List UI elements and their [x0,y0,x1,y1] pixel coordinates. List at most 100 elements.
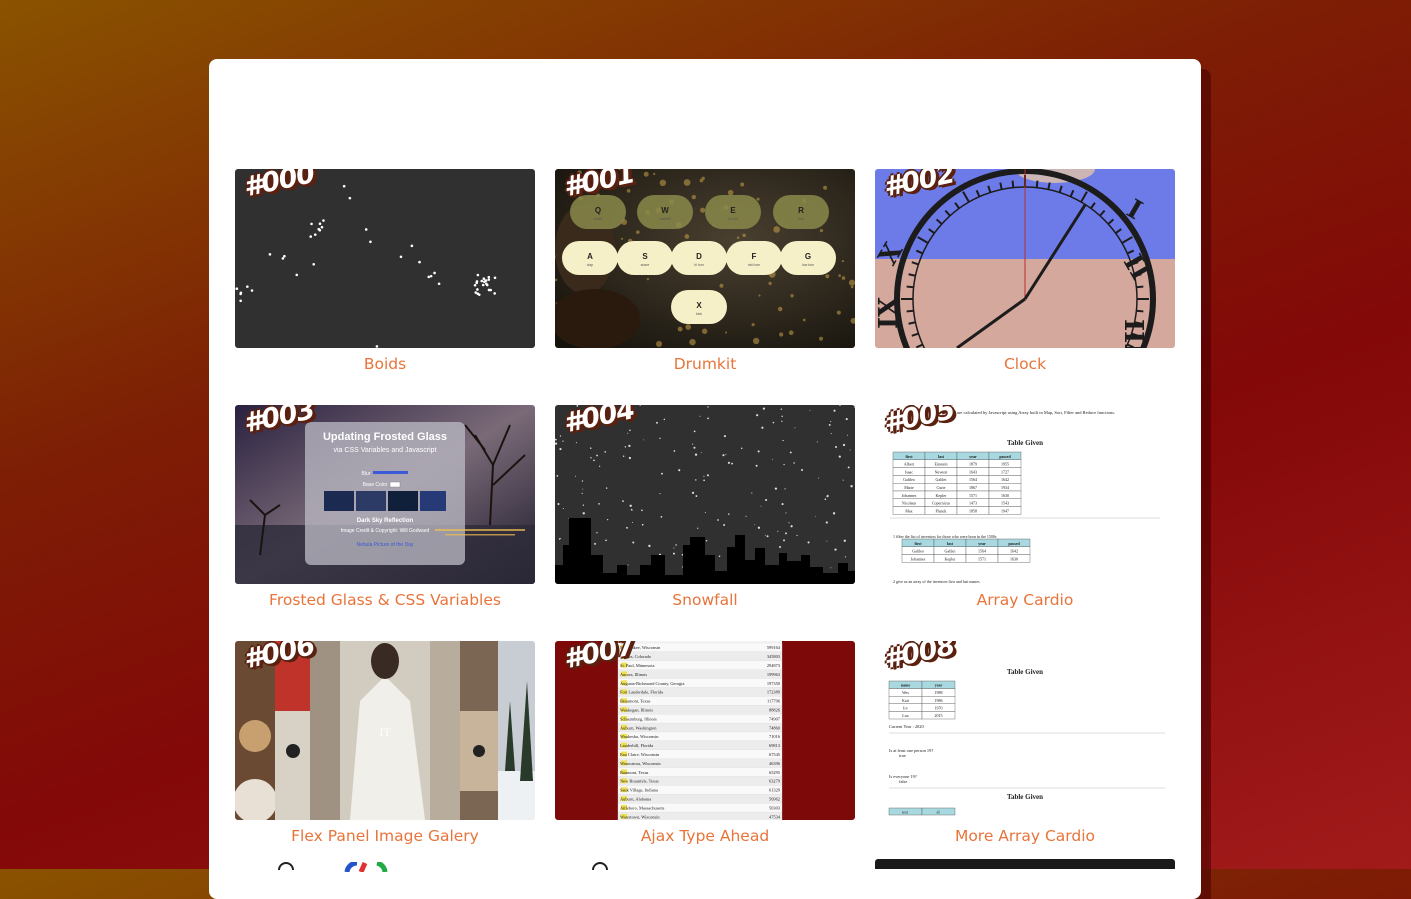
array-cardio-cell: Nicolaus [902,501,917,506]
project-title[interactable]: Drumkit [674,355,737,375]
city-suggestion[interactable]: Watertown, Wisconsin 47534 [617,811,783,820]
frosted-subheading: via CSS Variables and Javascript [334,447,437,454]
more-array-cardio-header2-0: text [902,810,909,815]
partial-tile-next-row [265,859,425,874]
project-title[interactable]: Array Cardio [977,591,1074,611]
svg-text:Q: Q [595,206,601,215]
drum-key-g[interactable]: Glow tom [780,241,836,275]
array-cardio-filtered-cell: Galileo [912,549,924,554]
city-suggestion[interactable]: Eau Claire, Wisconsin 67545 [617,749,783,759]
project-title[interactable]: Boids [364,355,406,375]
svg-text:W: W [661,206,669,215]
svg-text:clap: clap [587,263,593,267]
svg-text:IX: IX [875,296,904,329]
svg-text:199963: 199963 [767,672,781,677]
city-suggestion[interactable]: Wauwatosa, Wisconsin 46396 [617,758,783,768]
frosted-color-label: Base Color [363,482,388,488]
project-tile-frosted-glass[interactable]: Updating Frosted Glass via CSS Variables… [235,405,535,611]
city-suggestion[interactable]: Lauderhill, Florida 69813 [617,740,783,750]
drum-key-e[interactable]: Ehi tom [705,195,761,229]
city-suggestion[interactable]: St. Paul, Minnesota 294873 [617,660,783,670]
array-cardio-filtered-header: last [947,541,954,546]
project-tile-boids[interactable]: #000 Boids [235,169,535,375]
project-tile-clock[interactable]: I II III IIII X IX #002 Clock [875,169,1175,375]
svg-text:117796: 117796 [767,699,781,704]
array-cardio-cell: 1543 [1001,501,1009,506]
drum-key-a[interactable]: Aclap [562,241,618,275]
city-suggestion[interactable]: Milwaukee, Wisconsin 599164 [617,642,783,653]
more-array-cardio-cell: 1986 [935,698,943,703]
svg-text:50303: 50303 [769,805,781,810]
drum-key-w[interactable]: Wcowbell [637,195,693,229]
project-tile-array-cardio[interactable]: Answers are calculated by Javascript usi… [875,405,1175,611]
svg-text:G: G [805,252,811,261]
city-suggestion[interactable]: Waukegan, Illinois 88826 [617,705,783,715]
project-tile-more-array-cardio[interactable]: Table Given name year Wes 1988 Kait 1986 Irv 19… [875,641,1175,847]
array-cardio-cell: 1947 [1001,508,1009,513]
array-cardio-cell: 1564 [969,477,977,482]
project-title[interactable]: More Array Cardio [955,827,1095,847]
more-array-cardio-thumbnail: Table Given name year Wes 1988 Kait 1986 Irv 19… [875,641,1175,820]
array-cardio-cell: 1727 [1001,469,1009,474]
city-suggestion[interactable]: Auburn, Alabama 56962 [617,794,783,804]
flex-panel-word: IT [379,725,391,739]
more-array-cardio-header2-1: id [936,810,939,815]
project-tile-drumkit[interactable]: Qcrash Wcowbell Ehi tom Rtink Aclap Ssnare Dhi… [555,169,855,375]
frosted-link[interactable]: Nebula Picture of the Day [357,542,414,548]
array-cardio-cell: 1934 [1001,485,1009,490]
drum-key-s[interactable]: Ssnare [617,241,673,275]
project-title[interactable]: Flex Panel Image Galery [291,827,479,847]
more-array-cardio-header: year [935,683,943,688]
array-cardio-filtered-cell: Kepler [945,556,957,561]
city-suggestion[interactable]: Attleboro, Massachusetts 50303 [617,803,783,813]
array-cardio-filtered-cell: 1564 [978,549,986,554]
city-suggestion[interactable]: Fort Lauderdale, Florida 172389 [617,687,783,697]
city-suggestion[interactable]: Schaumburg, Illinois 74907 [617,714,783,724]
frosted-glass-thumbnail: Updating Frosted Glass via CSS Variables… [235,405,535,584]
svg-text:69813: 69813 [769,743,781,748]
city-suggestion[interactable]: Beaumont, Texas 117796 [617,696,783,706]
drum-key-f[interactable]: Fmid tom [726,241,782,275]
city-suggestion[interactable]: Waukesha, Wisconsin 71016 [617,731,783,742]
frosted-caption: Dark Sky Reflection [357,518,414,524]
more-array-cardio-cell: Irv [903,705,908,710]
city-suggestion[interactable]: Augusta-Richmond County, Georgia 197350 [617,678,783,688]
array-cardio-cell: 1473 [969,501,977,506]
project-title[interactable]: Frosted Glass & CSS Variables [269,591,501,611]
array-cardio-cell: 1642 [1001,477,1009,482]
city-suggestion[interactable]: Sauk Village, Indiana 61329 [617,785,783,795]
svg-text:74860: 74860 [769,725,781,730]
more-array-cardio-table2-title: Table Given [1007,793,1043,801]
more-array-cardio-current-year: Current Year : 2020 [889,724,924,729]
project-title[interactable]: Clock [1004,355,1046,375]
ajax-type-ahead-thumbnail: Milwaukee, Wisconsin 599164 Aurora, Colora… [555,641,855,820]
array-cardio-cell: 1858 [969,508,977,513]
frosted-heading: Updating Frosted Glass [323,431,447,443]
drum-key-d[interactable]: Dhi tom [671,241,727,275]
project-title[interactable]: Snowfall [672,591,737,611]
svg-text:kick: kick [696,312,702,316]
drum-key-x[interactable]: Xkick [671,290,727,324]
array-cardio-filtered-cell: 1571 [978,556,986,561]
project-tile-flex-panel[interactable]: IT #006 Flex Panel Image Galery [235,641,535,847]
svg-text:172389: 172389 [767,690,781,695]
city-suggestion[interactable]: New Braunfels, Texas 63279 [617,776,783,786]
drum-key-r[interactable]: Rtink [773,195,829,229]
array-cardio-filtered-cell: 1630 [1010,556,1018,561]
array-cardio-cell: Isaac [905,469,913,474]
city-suggestion[interactable]: Aurora, Colorado 345803 [617,651,783,661]
svg-text:345803: 345803 [767,654,781,659]
array-cardio-cell: Einstein [934,462,947,467]
project-tile-snowfall[interactable]: #004 Snowfall [555,405,855,611]
svg-text:56962: 56962 [769,797,780,802]
svg-text:599164: 599164 [767,645,781,650]
svg-text:65295: 65295 [769,770,781,775]
array-cardio-cell: Curie [937,485,946,490]
svg-text:mid tom: mid tom [748,263,761,267]
city-suggestion[interactable]: Auburn, Washington 74860 [617,722,783,733]
svg-text:F: F [752,252,757,261]
city-suggestion[interactable]: Baumont, Texas 65295 [617,767,783,777]
project-title[interactable]: Ajax Type Ahead [641,827,769,847]
project-tile-ajax-type-ahead[interactable]: Milwaukee, Wisconsin 599164 Aurora, Colora… [555,641,855,847]
city-suggestion[interactable]: Aurora, Illinois 199963 [617,669,783,679]
